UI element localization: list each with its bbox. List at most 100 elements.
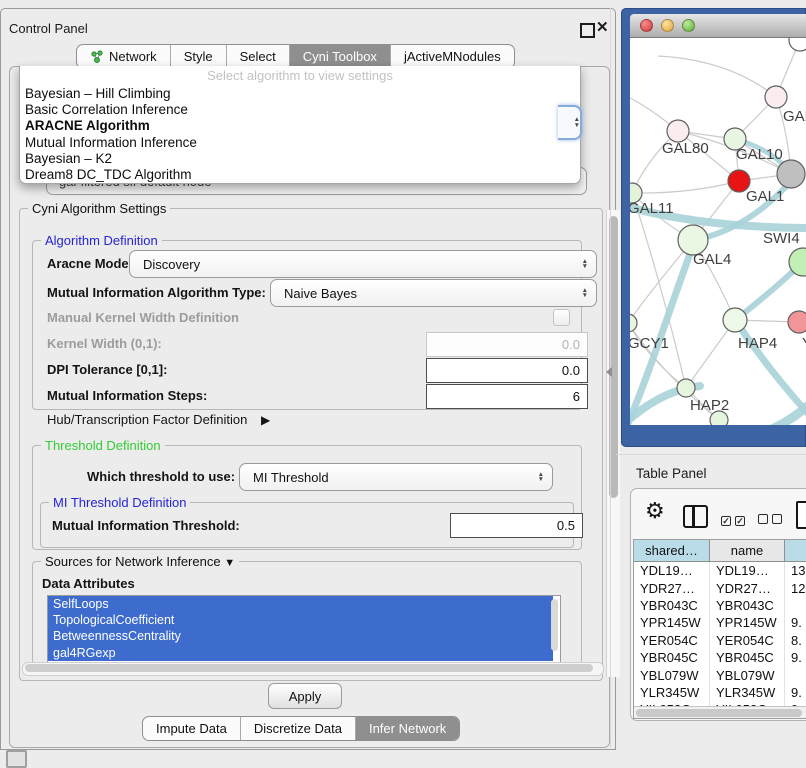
tab-jactivemnodules[interactable]: jActiveMNodules xyxy=(390,45,514,68)
close-traffic-light-icon[interactable] xyxy=(640,19,653,32)
tab-style[interactable]: Style xyxy=(170,45,226,68)
gear-icon[interactable]: ⚙ xyxy=(645,498,665,524)
table-cell: YLR345W xyxy=(710,684,785,701)
panel-splitter[interactable] xyxy=(610,8,611,748)
network-node[interactable] xyxy=(789,38,806,51)
algorithm-option[interactable]: ARACNE Algorithm xyxy=(20,118,580,134)
table-cell: YER054C xyxy=(634,632,710,649)
deselect-all-columns-icon[interactable] xyxy=(758,511,786,529)
attribute-item[interactable]: BetweennessCentrality xyxy=(48,628,553,644)
network-node[interactable] xyxy=(677,379,695,397)
algorithm-option[interactable]: Bayesian – Hill Climbing xyxy=(20,86,580,102)
tab-cyni-toolbox[interactable]: Cyni Toolbox xyxy=(289,45,390,68)
zoom-traffic-light-icon[interactable] xyxy=(682,19,695,32)
network-canvas[interactable]: GAL80GAL10GAL1GAL11GAL4SWI4GCY1HAP4YHAP2… xyxy=(630,38,806,425)
kernel-width-label: Kernel Width (0,1): xyxy=(47,336,162,351)
table-cell: YBR045C xyxy=(710,649,785,666)
network-node[interactable] xyxy=(777,160,805,188)
table-panel-card: ⚙ ✓✓ shared…name YDL19…YDL19…13YDR27…YDR… xyxy=(630,488,806,721)
node-label: GAL11 xyxy=(630,200,674,217)
which-threshold-label: Which threshold to use: xyxy=(87,469,235,484)
settings-hscrollbar[interactable] xyxy=(22,662,604,676)
columns-icon[interactable] xyxy=(683,505,708,528)
network-node[interactable] xyxy=(630,314,637,332)
node-label: SWI4 xyxy=(763,230,800,247)
settings-group-title: Cyni Algorithm Settings xyxy=(28,201,170,216)
hub-section-label[interactable]: Hub/Transcription Factor Definition ▶ xyxy=(47,412,270,427)
column-header[interactable]: shared… xyxy=(634,540,710,562)
algorithm-combo-fragment[interactable]: ▲▼ xyxy=(558,105,582,140)
algorithm-placeholder: Select algorithm to view settings xyxy=(20,66,580,86)
network-edge[interactable] xyxy=(658,56,776,97)
tab-discretize-data[interactable]: Discretize Data xyxy=(240,717,355,740)
settings-hscrollbar-thumb[interactable] xyxy=(25,664,593,672)
tab-select[interactable]: Select xyxy=(226,45,289,68)
attribute-item[interactable]: TopologicalCoefficient xyxy=(48,612,553,628)
table-row[interactable]: YBR045CYBR045C9. xyxy=(634,649,806,666)
float-window-icon[interactable] xyxy=(580,23,595,38)
table-cell: YBR045C xyxy=(634,649,710,666)
aracne-mode-combo[interactable]: Discovery ▲▼ xyxy=(129,250,597,278)
table-row[interactable]: YBR043CYBR043C xyxy=(634,597,806,614)
network-window-titlebar[interactable] xyxy=(630,14,806,38)
table-row[interactable]: YPR145WYPR145W9. xyxy=(634,614,806,631)
network-node[interactable] xyxy=(667,120,689,142)
list-scrollbar-thumb[interactable] xyxy=(551,599,558,651)
algorithm-option[interactable]: Basic Correlation Inference xyxy=(20,102,580,118)
network-node[interactable] xyxy=(788,311,806,333)
table-hscrollbar[interactable] xyxy=(634,706,806,719)
tab-network-label: Network xyxy=(109,49,157,64)
collapse-down-icon[interactable]: ▼ xyxy=(224,557,235,569)
close-icon[interactable]: ✕ xyxy=(596,18,609,36)
select-all-columns-icon[interactable]: ✓✓ xyxy=(721,511,749,529)
unchecked-checkbox-icon xyxy=(772,514,782,524)
table-cell: YLR345W xyxy=(634,684,710,701)
table-hscrollbar-thumb[interactable] xyxy=(636,709,802,717)
tab-infer-network[interactable]: Infer Network xyxy=(355,717,459,740)
network-node[interactable] xyxy=(723,308,747,332)
which-threshold-combo[interactable]: MI Threshold ▲▼ xyxy=(239,463,553,491)
manual-kernel-checkbox[interactable] xyxy=(553,309,570,326)
algorithm-option[interactable]: Bayesian – K2 xyxy=(20,151,580,167)
attribute-item[interactable]: SelfLoops xyxy=(48,596,553,612)
node-label: GAL4 xyxy=(693,251,731,268)
tab-impute-data[interactable]: Impute Data xyxy=(143,717,240,740)
algorithm-options-list: Bayesian – Hill ClimbingBasic Correlatio… xyxy=(20,86,580,183)
stepper-icon: ▲▼ xyxy=(582,259,588,270)
sources-title[interactable]: Sources for Network Inference ▼ xyxy=(41,554,239,569)
splitter-collapse-icon[interactable] xyxy=(606,367,612,377)
attribute-item[interactable]: gal4RGexp xyxy=(48,645,553,661)
network-edge[interactable] xyxy=(632,181,739,193)
kernel-width-field[interactable]: 0.0 xyxy=(426,332,588,357)
mi-steps-field[interactable]: 6 xyxy=(426,384,588,409)
settings-scrollbar[interactable] xyxy=(606,210,620,677)
mutual-info-threshold-field[interactable]: 0.5 xyxy=(450,513,583,538)
stepper-icon: ▲▼ xyxy=(538,472,544,483)
table-row[interactable]: YDL19…YDL19…13 xyxy=(634,562,806,579)
table-row[interactable]: YER054CYER054C8. xyxy=(634,632,806,649)
table-cell: YPR145W xyxy=(710,614,785,631)
apply-button[interactable]: Apply xyxy=(268,683,342,709)
minimize-traffic-light-icon[interactable] xyxy=(661,19,674,32)
table-panel-divider xyxy=(616,454,806,455)
expand-right-icon[interactable]: ▶ xyxy=(261,413,270,427)
control-panel-title: Control Panel xyxy=(9,21,88,36)
threshold-definition-title: Threshold Definition xyxy=(41,438,165,453)
mutual-info-threshold-label: Mutual Information Threshold: xyxy=(52,518,240,533)
document-icon[interactable] xyxy=(796,501,806,529)
algorithm-option[interactable]: Dream8 DC_TDC Algorithm xyxy=(20,167,580,183)
control-panel-window: Control Panel ✕ Network Style Select Cyn… xyxy=(0,8,616,750)
dpi-tolerance-field[interactable]: 0.0 xyxy=(426,358,588,383)
table-row[interactable]: YDR27…YDR27…12 xyxy=(634,579,806,596)
table-cell: YBL079W xyxy=(634,666,710,683)
table-row[interactable]: YLR345WYLR345W9. xyxy=(634,684,806,701)
mi-algorithm-type-combo[interactable]: Naive Bayes ▲▼ xyxy=(270,279,597,307)
tab-network[interactable]: Network xyxy=(77,45,170,68)
column-header[interactable]: name xyxy=(710,540,785,562)
column-header[interactable] xyxy=(785,540,806,562)
data-attributes-list[interactable]: SelfLoopsTopologicalCoefficientBetweenne… xyxy=(47,595,561,664)
minimized-panel-icon[interactable] xyxy=(6,750,27,768)
table-row[interactable]: YBL079WYBL079W xyxy=(634,666,806,683)
network-node[interactable] xyxy=(765,86,787,108)
algorithm-option[interactable]: Mutual Information Inference xyxy=(20,135,580,151)
